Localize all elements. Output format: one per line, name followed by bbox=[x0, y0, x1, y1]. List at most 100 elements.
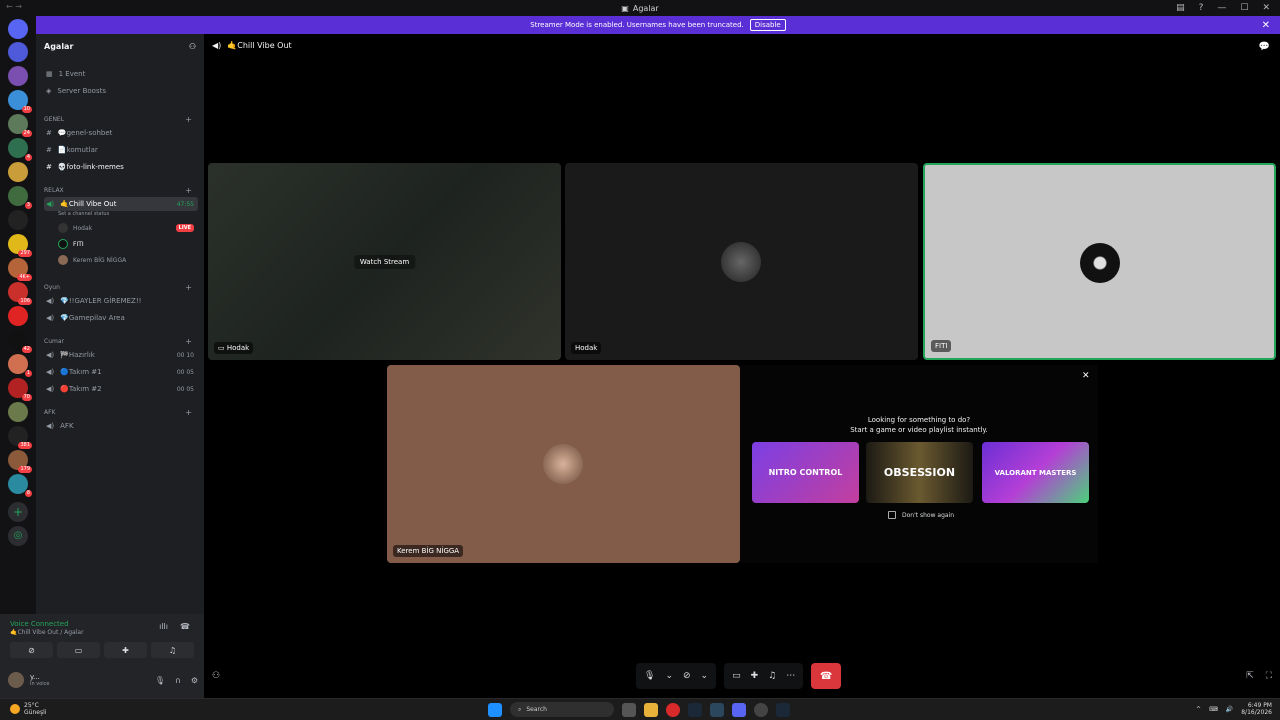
clock[interactable]: 6:49 PM 8/16/2026 bbox=[1241, 702, 1272, 716]
explore-icon[interactable]: ◎ bbox=[8, 526, 28, 546]
inbox-icon[interactable]: ▤ bbox=[1176, 3, 1185, 13]
server-icon[interactable] bbox=[8, 210, 28, 230]
chevron-up-icon[interactable]: ^ bbox=[1196, 706, 1201, 713]
channel-gayler-giremez[interactable]: ◀) 💎!!GAYLER GİREMEZ!! bbox=[44, 294, 198, 308]
chevron-down-icon[interactable]: ⌄ bbox=[701, 671, 709, 681]
fullscreen-icon[interactable]: ⛶ bbox=[1266, 671, 1272, 681]
channel-takim-1[interactable]: ◀) 🔵Takım #1 00 05 bbox=[44, 365, 198, 379]
server-icon[interactable]: 106 bbox=[8, 282, 32, 305]
activity-card[interactable]: NITRO CONTROL bbox=[752, 442, 859, 503]
home-button[interactable] bbox=[8, 19, 28, 39]
voice-member[interactable]: FITI bbox=[58, 237, 198, 251]
discord-icon[interactable] bbox=[732, 702, 746, 717]
server-icon[interactable]: 297 bbox=[8, 234, 32, 257]
camera-button[interactable]: ⊘ bbox=[10, 642, 53, 658]
server-icon[interactable]: 70 bbox=[8, 378, 32, 401]
server-icon[interactable]: 4 bbox=[8, 138, 32, 161]
maximize-icon[interactable]: ☐ bbox=[1240, 3, 1248, 13]
activities-button[interactable]: ✚ bbox=[104, 642, 147, 658]
server-icon[interactable]: 4K+ bbox=[8, 258, 32, 281]
add-channel-icon[interactable]: + bbox=[185, 408, 192, 417]
invite-to-voice-icon[interactable]: ⚇ bbox=[212, 671, 220, 681]
microphone-icon[interactable]: 🎙 bbox=[155, 676, 165, 685]
chrome-icon[interactable] bbox=[754, 702, 768, 717]
channel-komutlar[interactable]: # 📄komutlar bbox=[44, 143, 198, 157]
screen-share-icon[interactable]: ▭ bbox=[732, 671, 741, 681]
server-icon[interactable]: 381 bbox=[8, 426, 32, 449]
server-icon[interactable]: 1 bbox=[8, 354, 32, 377]
category-oyun[interactable]: Oyun + bbox=[44, 282, 198, 292]
voice-member[interactable]: Hodak LIVE bbox=[58, 221, 198, 235]
checkbox[interactable] bbox=[888, 511, 896, 519]
voice-member[interactable]: Kerem BİG NİGGA bbox=[58, 253, 198, 267]
server-icon[interactable] bbox=[8, 42, 28, 62]
boosts-item[interactable]: ◈ Server Boosts bbox=[44, 84, 198, 98]
dismiss-icon[interactable]: ✕ bbox=[1082, 371, 1090, 381]
volume-icon[interactable]: 🔊 bbox=[1226, 706, 1233, 713]
help-icon[interactable]: ? bbox=[1199, 3, 1204, 13]
channel-chill-vibe-out[interactable]: ◀) 🤙Chill Vibe Out 47:55 bbox=[44, 197, 198, 211]
server-icon[interactable]: 8 bbox=[8, 474, 32, 497]
voice-status[interactable]: Voice Connected 🤙Chill Vibe Out / Agalar bbox=[10, 620, 84, 636]
server-icon[interactable]: 10 bbox=[8, 90, 32, 113]
opera-icon[interactable] bbox=[666, 702, 680, 717]
category-genel[interactable]: GENEL + bbox=[44, 114, 198, 124]
close-window-icon[interactable]: ✕ bbox=[1262, 3, 1270, 13]
settings-icon[interactable]: ⚙ bbox=[191, 676, 198, 685]
channel-genel-sohbet[interactable]: # 💬genel-sohbet bbox=[44, 126, 198, 140]
popout-icon[interactable]: ⇱ bbox=[1246, 671, 1254, 681]
banner-close-icon[interactable]: ✕ bbox=[1262, 20, 1270, 31]
taskbar-search[interactable]: ⌕ Search bbox=[510, 702, 614, 717]
channel-afk[interactable]: ◀) AFK bbox=[44, 419, 198, 433]
add-channel-icon[interactable]: + bbox=[185, 283, 192, 292]
server-icon[interactable]: 42 bbox=[8, 330, 32, 353]
add-channel-icon[interactable]: + bbox=[185, 337, 192, 346]
channel-gamepilav-area[interactable]: ◀) 💎Gamepilav Area bbox=[44, 311, 198, 325]
activity-card[interactable]: VALORANT MASTERS bbox=[982, 442, 1089, 503]
category-cumar[interactable]: Cumar + bbox=[44, 336, 198, 346]
participant-tile-fiti[interactable]: FITI bbox=[923, 163, 1276, 360]
server-icon[interactable] bbox=[8, 162, 28, 182]
steam-icon[interactable] bbox=[688, 702, 702, 717]
minimize-icon[interactable]: — bbox=[1217, 3, 1226, 13]
disconnect-icon[interactable]: ☎ bbox=[180, 622, 190, 631]
server-icon[interactable] bbox=[8, 306, 28, 326]
noise-suppression-icon[interactable]: ıllı bbox=[159, 622, 168, 631]
dont-show-again[interactable]: Don't show again bbox=[888, 511, 954, 519]
stream-tile[interactable]: Watch Stream ▭ Hodak bbox=[208, 163, 561, 360]
camera-off-icon[interactable]: ⊘ bbox=[683, 671, 691, 681]
soundboard-button[interactable]: ♫ bbox=[151, 642, 194, 658]
start-icon[interactable] bbox=[488, 702, 502, 717]
channel-status[interactable]: Set a channel status bbox=[58, 211, 109, 217]
channel-foto-link-memes[interactable]: # 💀foto-link-memes bbox=[44, 160, 198, 174]
weather-widget[interactable]: 25°C Güneşli bbox=[10, 702, 46, 716]
events-item[interactable]: ▦ 1 Event bbox=[44, 67, 198, 81]
nav-arrows-icon[interactable]: ← → bbox=[6, 2, 22, 11]
add-server-icon[interactable]: + bbox=[8, 502, 28, 522]
server-icon[interactable]: 24 bbox=[8, 114, 32, 137]
server-icon[interactable] bbox=[8, 66, 28, 86]
steam-icon[interactable] bbox=[710, 702, 724, 717]
task-view-icon[interactable] bbox=[622, 702, 636, 717]
add-channel-icon[interactable]: + bbox=[185, 186, 192, 195]
chat-icon[interactable]: 💬 bbox=[1259, 42, 1270, 52]
participant-tile-hodak[interactable]: Hodak bbox=[565, 163, 918, 360]
channel-hazirlik[interactable]: ◀) 🏁Hazırlık 00 10 bbox=[44, 348, 198, 362]
category-afk[interactable]: AFK + bbox=[44, 407, 198, 417]
disable-button[interactable]: Disable bbox=[749, 19, 786, 31]
activity-card[interactable]: OBSESSION bbox=[866, 442, 973, 503]
participant-tile-kerem[interactable]: Kerem BİG NİGGA bbox=[387, 365, 740, 563]
current-user[interactable]: y... In voice 🎙 ∩ ⚙ bbox=[8, 668, 198, 692]
watch-stream-button[interactable]: Watch Stream bbox=[353, 254, 416, 269]
headphones-icon[interactable]: ∩ bbox=[175, 676, 181, 685]
server-icon[interactable]: 179 bbox=[8, 450, 32, 473]
disconnect-button[interactable]: ☎ bbox=[811, 663, 842, 689]
activities-icon[interactable]: ✚ bbox=[751, 671, 759, 681]
channel-takim-2[interactable]: ◀) 🔴Takım #2 00 05 bbox=[44, 382, 198, 396]
server-icon[interactable] bbox=[8, 402, 28, 422]
invite-icon[interactable]: ⚇ bbox=[189, 42, 196, 51]
server-icon[interactable]: 3 bbox=[8, 186, 32, 209]
steam-icon[interactable] bbox=[776, 702, 790, 717]
file-explorer-icon[interactable] bbox=[644, 702, 658, 717]
screen-share-button[interactable]: ▭ bbox=[57, 642, 100, 658]
